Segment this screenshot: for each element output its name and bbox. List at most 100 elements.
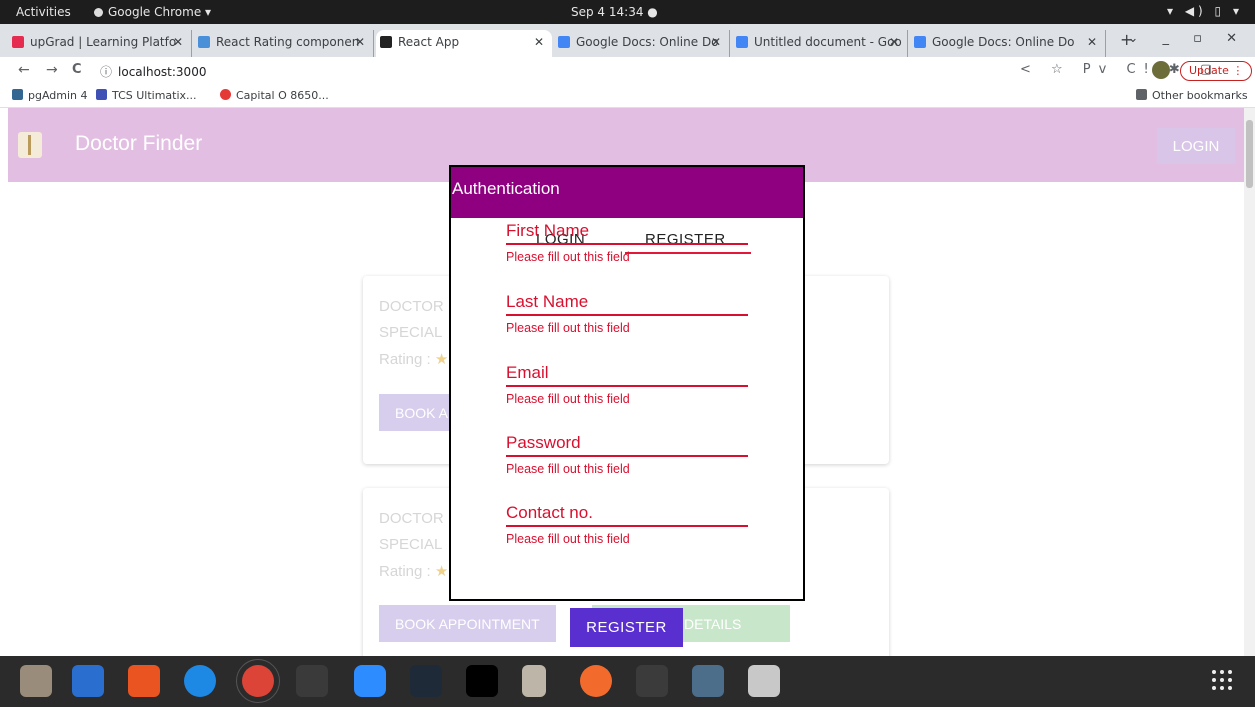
other-bookmarks[interactable]: Other bookmarks xyxy=(1136,89,1248,102)
tab-label: Google Docs: Online Do xyxy=(576,35,719,49)
contact-field[interactable]: Contact no. Please fill out this field xyxy=(506,503,748,546)
page-scrollbar[interactable] xyxy=(1244,108,1255,656)
password-field[interactable]: Password Please fill out this field xyxy=(506,433,748,476)
window-controls[interactable]: ⌄ _ ▫ ✕ xyxy=(1128,31,1248,46)
chrome-icon xyxy=(94,8,103,17)
rating-label: Rating : xyxy=(379,563,431,580)
modal-title: Authentication xyxy=(451,167,803,218)
first-name-field[interactable]: First Name Please fill out this field xyxy=(506,221,748,264)
close-icon[interactable]: ✕ xyxy=(1087,35,1097,49)
profile-avatar[interactable] xyxy=(1152,61,1170,79)
contact-label: Contact no. xyxy=(506,503,593,522)
close-icon[interactable]: ✕ xyxy=(355,35,365,49)
tab-label: React App xyxy=(398,35,460,49)
browser-tab-active[interactable]: React App ✕ xyxy=(376,30,552,57)
info-icon[interactable]: ⓘ xyxy=(100,65,112,79)
close-icon[interactable]: ✕ xyxy=(889,35,899,49)
input-underline xyxy=(506,243,748,245)
bookmark-tcs[interactable]: TCS Ultimatix... xyxy=(96,89,197,102)
address-bar-row: ← → C ⓘ localhost:3000 < ☆ Pv C! ✱ ▢ Upda… xyxy=(0,57,1255,84)
react-favicon-icon xyxy=(380,36,392,48)
software-icon[interactable] xyxy=(128,665,160,697)
email-field[interactable]: Email Please fill out this field xyxy=(506,363,748,406)
writer-icon[interactable] xyxy=(72,665,104,697)
page-viewport: Doctor Finder LOGIN DOCTOR SPECIAL Ratin… xyxy=(8,108,1244,656)
intellij-icon[interactable] xyxy=(466,665,498,697)
doctor-speciality: SPECIAL xyxy=(379,324,443,341)
input-underline xyxy=(506,385,748,387)
register-submit-button[interactable]: REGISTER xyxy=(570,608,683,647)
input-underline xyxy=(506,525,748,527)
react-rating-favicon-icon xyxy=(198,36,210,48)
first-name-error: Please fill out this field xyxy=(506,250,630,264)
archive-icon[interactable] xyxy=(522,665,546,697)
bookmarks-bar: pgAdmin 4 TCS Ultimatix... Capital O 865… xyxy=(0,84,1255,108)
close-icon[interactable]: ✕ xyxy=(711,35,721,49)
address-bar[interactable]: ⓘ localhost:3000 xyxy=(100,63,206,80)
browser-tab-strip: upGrad | Learning Platfo ✕ React Rating c… xyxy=(0,24,1255,57)
close-icon[interactable]: ✕ xyxy=(173,35,183,49)
terminal-icon[interactable] xyxy=(636,665,668,697)
mysql-workbench-icon[interactable] xyxy=(692,665,724,697)
doctor-rating: Rating : ★ xyxy=(379,562,448,580)
input-underline xyxy=(506,455,748,457)
tab-label: Google Docs: Online Do xyxy=(932,35,1075,49)
back-icon[interactable]: ← xyxy=(18,62,30,78)
google-favicon-icon xyxy=(914,36,926,48)
app-menu-label: Google Chrome ▾ xyxy=(108,5,212,19)
star-icon: ★ xyxy=(434,563,449,580)
doctor-rating: Rating : ★ xyxy=(379,350,448,368)
star-icon: ★ xyxy=(434,351,449,368)
doctor-name: DOCTOR xyxy=(379,298,444,315)
help-icon[interactable] xyxy=(184,665,216,697)
update-button[interactable]: Update ⋮ xyxy=(1180,61,1253,81)
password-label: Password xyxy=(506,433,581,452)
tab-label: React Rating componen xyxy=(216,35,360,49)
upgrad-favicon-icon xyxy=(12,36,24,48)
tab-label: Untitled document - Goo xyxy=(754,35,902,49)
app-menu[interactable]: Google Chrome ▾ xyxy=(94,5,211,19)
other-bookmarks-label: Other bookmarks xyxy=(1152,89,1248,102)
rating-label: Rating : xyxy=(379,351,431,368)
input-underline xyxy=(506,314,748,316)
browser-tab[interactable]: Google Docs: Online Do ✕ xyxy=(910,30,1106,57)
contact-error: Please fill out this field xyxy=(506,532,630,546)
bookmark-label: pgAdmin 4 xyxy=(28,89,88,102)
url-text: localhost:3000 xyxy=(118,65,207,79)
reload-icon[interactable]: C xyxy=(72,62,82,77)
brand-title: Doctor Finder xyxy=(75,132,203,155)
google-favicon-icon xyxy=(558,36,570,48)
browser-tab[interactable]: React Rating componen ✕ xyxy=(194,30,374,57)
capital-o-icon xyxy=(220,89,231,100)
last-name-error: Please fill out this field xyxy=(506,321,630,335)
bookmark-capital-o[interactable]: Capital O 8650... xyxy=(220,89,329,102)
vscode-icon[interactable] xyxy=(410,665,442,697)
login-button[interactable]: LOGIN xyxy=(1157,128,1235,164)
chrome-icon[interactable] xyxy=(236,659,280,703)
book-appointment-button[interactable]: BOOK APPOINTMENT xyxy=(379,605,556,642)
tab-label: upGrad | Learning Platfo xyxy=(30,35,177,49)
docs-favicon-icon xyxy=(736,36,748,48)
browser-tab[interactable]: Untitled document - Goo ✕ xyxy=(732,30,908,57)
email-label: Email xyxy=(506,363,549,382)
show-applications-icon[interactable] xyxy=(1212,670,1234,692)
sublime-icon[interactable] xyxy=(296,665,328,697)
last-name-field[interactable]: Last Name Please fill out this field xyxy=(506,292,748,335)
postman-icon[interactable] xyxy=(580,665,612,697)
authentication-modal: Authentication LOGIN REGISTER First Name… xyxy=(449,165,805,601)
bookmark-pgadmin[interactable]: pgAdmin 4 xyxy=(12,89,88,102)
bookmark-label: Capital O 8650... xyxy=(236,89,329,102)
forward-icon[interactable]: → xyxy=(46,62,58,78)
zoom-icon[interactable] xyxy=(354,665,386,697)
clock[interactable]: Sep 4 14:34 ● xyxy=(571,5,658,19)
pgadmin-icon xyxy=(12,89,23,100)
screenshot-icon[interactable] xyxy=(748,665,780,697)
browser-tab[interactable]: upGrad | Learning Platfo ✕ xyxy=(8,30,192,57)
system-tray[interactable]: ▾ ◀) ▯ ▾ xyxy=(1167,4,1243,18)
activities-button[interactable]: Activities xyxy=(16,5,71,19)
caduceus-logo-icon xyxy=(18,132,42,158)
close-icon[interactable]: ✕ xyxy=(534,35,544,49)
files-icon[interactable] xyxy=(20,665,52,697)
browser-tab[interactable]: Google Docs: Online Do ✕ xyxy=(554,30,730,57)
scrollbar-thumb[interactable] xyxy=(1246,120,1253,188)
